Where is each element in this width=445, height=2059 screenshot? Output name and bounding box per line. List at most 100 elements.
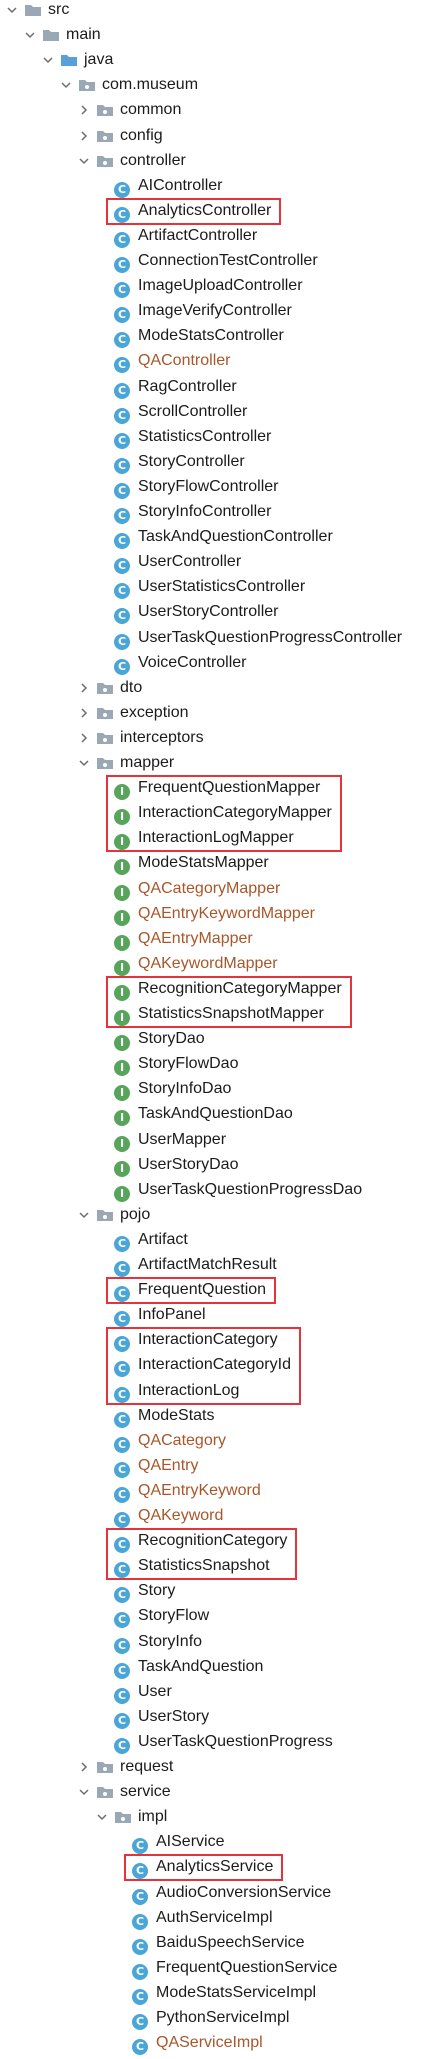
tree-item-interaction-log-mapper[interactable]: I InteractionLogMapper [114,826,294,851]
tree-folder-mapper[interactable]: mapper [78,751,174,775]
tree-folder-config[interactable]: config [78,124,163,148]
class-icon: C [114,1386,130,1403]
tree-item-auth-service-impl[interactable]: C AuthServiceImpl [132,1906,273,1930]
chevron-down-icon[interactable] [78,1780,90,1804]
tree-item-qaentry-mapper[interactable]: I QAEntryMapper [114,927,253,951]
tree-folder-dto[interactable]: dto [78,676,142,700]
chevron-right-icon[interactable] [78,124,90,148]
tree-item-user-story-dao[interactable]: I UserStoryDao [114,1153,238,1177]
tree-item-frequent-question[interactable]: C FrequentQuestion [114,1278,266,1303]
tree-item-user-mapper[interactable]: I UserMapper [114,1128,226,1152]
tree-item-recognition-category[interactable]: C RecognitionCategory [114,1529,287,1554]
tree-item-mode-stats-controller[interactable]: C ModeStatsController [114,324,284,349]
tree-item-interaction-category[interactable]: C InteractionCategory [114,1328,278,1353]
tree-item-mode-stats-mapper[interactable]: I ModeStatsMapper [114,851,269,876]
tree-folder-service[interactable]: service [78,1780,171,1804]
chevron-right-icon[interactable] [78,676,90,700]
tree-item-aicontroller[interactable]: C AIController [114,174,222,198]
tree-item-story-info[interactable]: C StoryInfo [114,1630,202,1654]
tree-item-user-statistics-controller[interactable]: C UserStatisticsController [114,575,305,600]
class-icon: C [114,1712,130,1729]
tree-item-audio-conversion-service[interactable]: C AudioConversionService [132,1881,331,1905]
tree-item-connection-test-controller[interactable]: C ConnectionTestController [114,249,318,273]
tree-item-image-verify-controller[interactable]: C ImageVerifyController [114,299,292,324]
chevron-down-icon[interactable] [78,149,90,173]
tree-folder-main[interactable]: main [24,23,101,47]
tree-item-mode-stats-service-impl[interactable]: C ModeStatsServiceImpl [132,1981,316,2005]
tree-item-interaction-category-mapper[interactable]: I InteractionCategoryMapper [114,801,332,826]
tree-folder-pojo[interactable]: pojo [78,1203,150,1227]
tree-item-story-controller[interactable]: C StoryController [114,450,245,474]
tree-item-python-service-impl[interactable]: C PythonServiceImpl [132,2006,289,2030]
tree-item-mode-stats[interactable]: C ModeStats [114,1404,214,1428]
tree-item-qakeyword[interactable]: C QAKeyword [114,1504,223,1528]
tree-folder-controller[interactable]: controller [78,149,186,173]
tree-item-qacategory-mapper[interactable]: I QACategoryMapper [114,877,280,901]
tree-item-frequent-question-service[interactable]: C FrequentQuestionService [132,1956,337,1980]
tree-item-qacategory[interactable]: C QACategory [114,1429,226,1453]
tree-item-artifact-controller[interactable]: C ArtifactController [114,224,257,248]
tree-folder-interceptors[interactable]: interceptors [78,726,204,750]
tree-folder-com-museum[interactable]: com.museum [60,73,198,97]
tree-item-artifact-match-result[interactable]: C ArtifactMatchResult [114,1253,277,1277]
tree-item-qaentry[interactable]: C QAEntry [114,1454,198,1478]
chevron-down-icon[interactable] [6,0,18,22]
tree-item-user-controller[interactable]: C UserController [114,550,241,575]
chevron-right-icon[interactable] [78,701,90,725]
tree-item-voice-controller[interactable]: C VoiceController [114,651,247,675]
tree-item-interaction-log[interactable]: C InteractionLog [114,1379,239,1403]
tree-item-analytics-service[interactable]: C AnalyticsService [132,1855,273,1880]
tree-item-rag-controller[interactable]: C RagController [114,375,237,399]
tree-item-user-task-question-progress[interactable]: C UserTaskQuestionProgress [114,1730,333,1754]
tree-item-story-info-controller[interactable]: C StoryInfoController [114,500,271,524]
tree-folder-src[interactable]: src [6,0,69,22]
tree-item-interaction-category-id[interactable]: C InteractionCategoryId [114,1353,291,1378]
tree-item-story[interactable]: C Story [114,1579,175,1604]
tree-item-user-story-controller[interactable]: C UserStoryController [114,600,278,625]
tree-item-artifact[interactable]: C Artifact [114,1228,188,1252]
tree-item-qakeyword-mapper[interactable]: I QAKeywordMapper [114,952,278,976]
tree-item-recognition-category-mapper[interactable]: I RecognitionCategoryMapper [114,977,342,1001]
class-icon: C [114,482,130,499]
tree-item-task-and-question[interactable]: C TaskAndQuestion [114,1655,263,1679]
tree-item-story-flow-controller[interactable]: C StoryFlowController [114,475,278,499]
tree-item-image-upload-controller[interactable]: C ImageUploadController [114,274,303,299]
tree-item-story-info-dao[interactable]: I StoryInfoDao [114,1077,231,1102]
chevron-down-icon[interactable] [24,23,36,47]
tree-item-task-and-question-controller[interactable]: C TaskAndQuestionController [114,525,333,550]
tree-folder-request[interactable]: request [78,1755,173,1779]
chevron-down-icon[interactable] [96,1805,108,1829]
tree-item-story-flow[interactable]: C StoryFlow [114,1604,209,1629]
chevron-right-icon[interactable] [78,98,90,122]
tree-item-qaentry-keyword[interactable]: C QAEntryKeyword [114,1479,261,1503]
tree-item-baidu-speech-service[interactable]: C BaiduSpeechService [132,1931,305,1955]
tree-item-qaservice-impl[interactable]: C QAServiceImpl [132,2031,263,2056]
chevron-down-icon[interactable] [60,73,72,97]
tree-item-story-flow-dao[interactable]: I StoryFlowDao [114,1052,238,1077]
tree-item-frequent-question-mapper[interactable]: I FrequentQuestionMapper [114,776,320,801]
tree-folder-impl[interactable]: impl [96,1805,167,1829]
chevron-down-icon[interactable] [78,1203,90,1227]
tree-item-user-task-question-progress-controller[interactable]: C UserTaskQuestionProgressController [114,626,402,650]
chevron-down-icon[interactable] [78,751,90,775]
tree-item-user-story[interactable]: C UserStory [114,1705,209,1729]
tree-folder-exception[interactable]: exception [78,701,189,725]
tree-item-analytics-controller[interactable]: C AnalyticsController [114,199,271,223]
chevron-down-icon[interactable] [42,48,54,72]
tree-item-statistics-snapshot-mapper[interactable]: I StatisticsSnapshotMapper [114,1002,324,1026]
tree-item-info-panel[interactable]: C InfoPanel [114,1303,206,1328]
tree-folder-common[interactable]: common [78,98,181,122]
chevron-right-icon[interactable] [78,726,90,750]
tree-folder-java[interactable]: java [42,48,113,72]
tree-item-scroll-controller[interactable]: C ScrollController [114,400,247,424]
tree-item-user[interactable]: C User [114,1680,172,1704]
tree-item-statistics-snapshot[interactable]: C StatisticsSnapshot [114,1554,270,1579]
tree-item-user-task-question-progress-dao[interactable]: I UserTaskQuestionProgressDao [114,1178,362,1202]
chevron-right-icon[interactable] [78,1755,90,1779]
tree-item-task-and-question-dao[interactable]: I TaskAndQuestionDao [114,1102,293,1127]
tree-item-story-dao[interactable]: I StoryDao [114,1027,205,1052]
tree-item-statistics-controller[interactable]: C StatisticsController [114,425,271,449]
tree-item-aiservice[interactable]: C AIService [132,1830,224,1855]
tree-item-qaentry-keyword-mapper[interactable]: I QAEntryKeywordMapper [114,902,315,926]
tree-item-qacontroller[interactable]: C QAController [114,349,230,374]
